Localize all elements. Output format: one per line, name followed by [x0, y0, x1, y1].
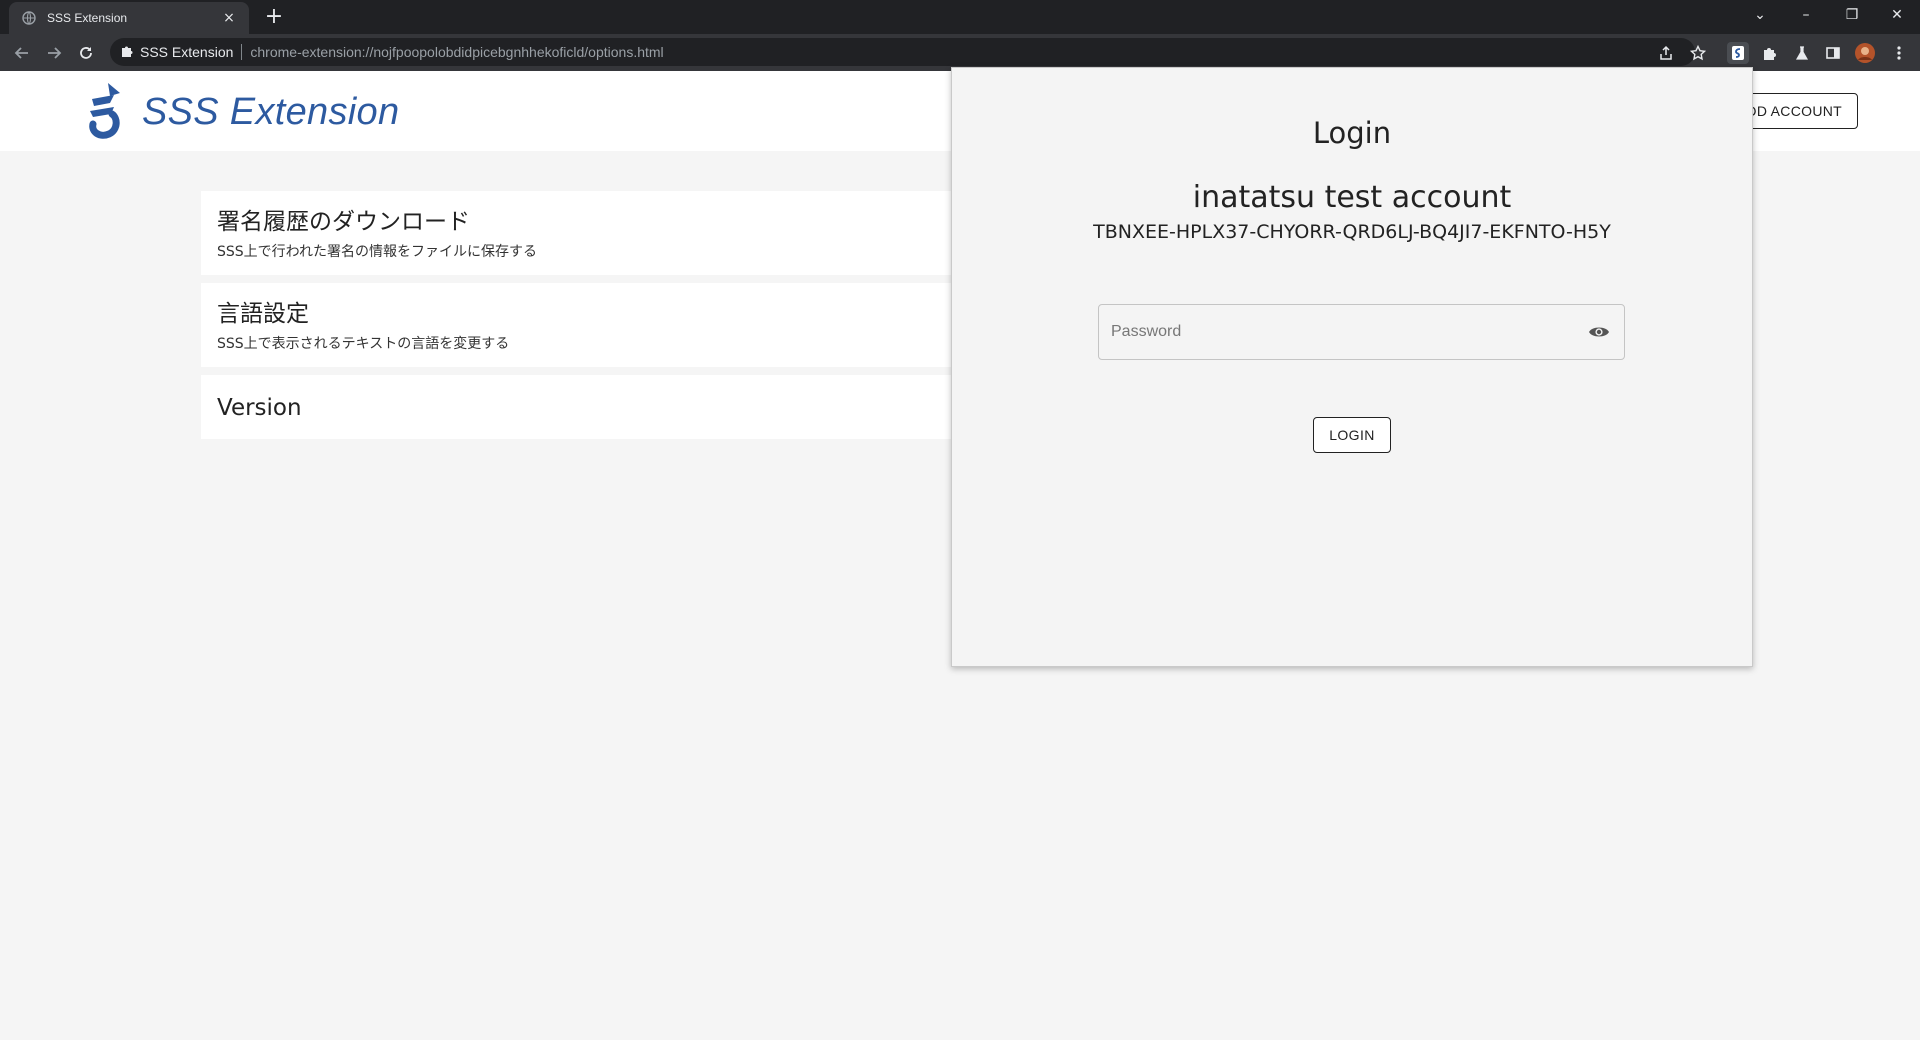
- login-popup: Login inatatsu test account TBNXEE-HPLX3…: [951, 67, 1753, 667]
- tab-search-button[interactable]: ⌄: [1737, 0, 1783, 30]
- window-close-button[interactable]: ✕: [1874, 0, 1920, 30]
- account-name: inatatsu test account: [1192, 180, 1512, 215]
- omnibox-url: chrome-extension://nojfpoopolobdidpicebg…: [250, 44, 664, 60]
- tab-title: SSS Extension: [47, 11, 128, 25]
- password-input[interactable]: [1111, 305, 1571, 359]
- app-title: SSS Extension: [142, 91, 400, 133]
- new-tab-button[interactable]: +: [262, 6, 286, 30]
- share-icon[interactable]: [1655, 42, 1677, 64]
- browser-toolbar: SSS Extension chrome-extension://nojfpoo…: [0, 34, 1920, 71]
- bookmark-star-icon[interactable]: [1687, 42, 1709, 64]
- popup-title: Login: [1312, 116, 1392, 150]
- extensions-puzzle-icon[interactable]: [1759, 42, 1781, 64]
- puzzle-icon: [120, 43, 134, 62]
- arrow-left-icon: [14, 47, 28, 59]
- login-button[interactable]: LOGIN: [1313, 417, 1391, 453]
- sss-logo: [89, 83, 120, 139]
- arrow-right-icon: [48, 47, 62, 59]
- sss-extension-icon[interactable]: [1727, 42, 1749, 64]
- lab-flask-icon[interactable]: [1791, 42, 1813, 64]
- minimize-button[interactable]: –: [1783, 0, 1829, 30]
- browser-tab-bar: SSS Extension × + ⌄ – ❐ ✕: [0, 0, 1920, 34]
- back-button[interactable]: [8, 39, 36, 67]
- forward-button[interactable]: [40, 39, 68, 67]
- restore-button[interactable]: ❐: [1829, 0, 1875, 30]
- omnibox-site-name: SSS Extension: [140, 44, 234, 60]
- browser-tab[interactable]: SSS Extension ×: [9, 2, 249, 34]
- more-menu-icon[interactable]: [1888, 42, 1910, 64]
- reload-button[interactable]: [72, 39, 100, 67]
- eye-icon[interactable]: [1586, 320, 1612, 344]
- account-address: TBNXEE-HPLX37-CHYORR-QRD6LJ-BQ4JI7-EKFNT…: [1093, 221, 1611, 243]
- globe-icon: [21, 10, 37, 26]
- tab-close-button[interactable]: ×: [221, 10, 237, 26]
- reload-icon: [80, 47, 92, 59]
- address-bar[interactable]: SSS Extension chrome-extension://nojfpoo…: [110, 38, 1695, 66]
- omnibox-separator: [241, 44, 243, 60]
- side-panel-icon[interactable]: [1822, 42, 1844, 64]
- profile-avatar[interactable]: [1854, 42, 1876, 64]
- password-field: [1098, 304, 1625, 360]
